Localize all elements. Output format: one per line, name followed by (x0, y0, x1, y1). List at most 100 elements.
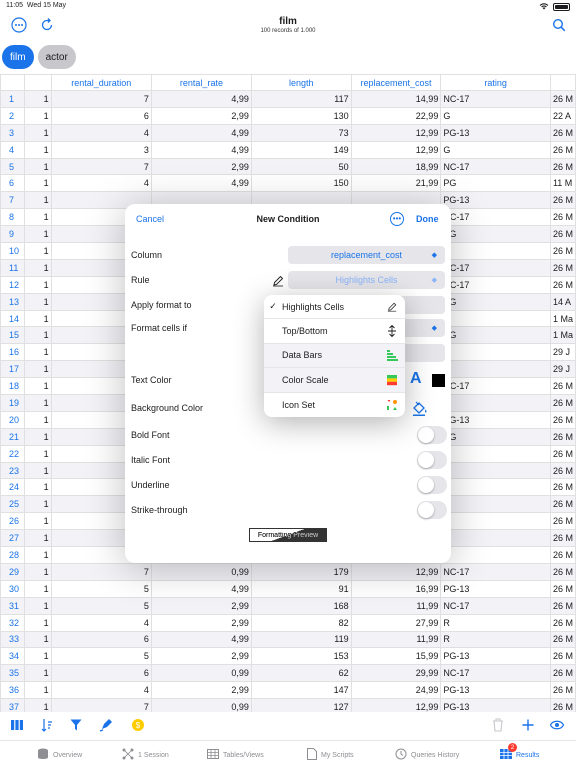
rental-duration-cell[interactable]: 4 (50, 123, 152, 142)
header-replacement-cost[interactable]: replacement_cost (350, 74, 442, 91)
id-cell[interactable]: 1 (23, 123, 52, 142)
rental-rate-cell[interactable]: 0,99 (150, 562, 252, 581)
length-cell[interactable]: 91 (250, 579, 352, 598)
length-cell[interactable]: 150 (250, 174, 352, 193)
rating-cell[interactable]: PG-13 (440, 579, 551, 598)
id-cell[interactable]: 1 (23, 596, 52, 615)
row-number-cell[interactable]: 31 (0, 596, 25, 615)
row-number-cell[interactable]: 30 (0, 579, 25, 598)
id-cell[interactable]: 1 (23, 292, 52, 311)
replacement-cost-cell[interactable]: 12,99 (350, 123, 442, 142)
trash-icon[interactable] (491, 718, 505, 732)
last-update-cell[interactable]: 26 M (549, 123, 576, 142)
last-update-cell[interactable]: 26 M (549, 394, 576, 412)
last-update-cell[interactable]: 26 M (549, 444, 576, 463)
length-cell[interactable]: 130 (250, 106, 352, 125)
length-cell[interactable]: 153 (250, 647, 352, 666)
menu-item-highlights-cells[interactable]: ✓ Highlights Cells (264, 295, 405, 320)
rental-duration-cell[interactable]: 6 (50, 664, 152, 683)
coin-icon[interactable]: $ (131, 718, 145, 732)
row-number-cell[interactable]: 6 (0, 174, 25, 193)
id-cell[interactable]: 1 (23, 681, 52, 700)
paint-bucket-icon[interactable] (410, 399, 428, 417)
last-update-cell[interactable]: 26 M (549, 275, 576, 294)
last-update-cell[interactable]: 1 Ma (549, 326, 576, 345)
menu-item-color-scale[interactable]: Color Scale (264, 368, 405, 393)
id-cell[interactable]: 1 (23, 394, 52, 412)
done-button[interactable]: Done (416, 214, 439, 224)
last-update-cell[interactable]: 26 M (549, 495, 576, 514)
highlighter-icon[interactable] (99, 718, 113, 732)
last-update-cell[interactable]: 26 M (549, 242, 576, 260)
table-row[interactable]: 34 1 5 2,99 153 15,99 PG-13 26 M (0, 647, 576, 666)
rental-rate-cell[interactable]: 2,99 (150, 106, 252, 125)
last-update-cell[interactable]: 26 M (549, 596, 576, 615)
id-cell[interactable]: 1 (23, 664, 52, 683)
rental-duration-cell[interactable]: 6 (50, 106, 152, 125)
row-number-cell[interactable]: 7 (0, 191, 25, 210)
table-row[interactable]: 3 1 4 4,99 73 12,99 PG-13 26 M (0, 123, 576, 142)
rating-cell[interactable]: R (440, 461, 551, 480)
text-color-swatch[interactable] (432, 374, 445, 387)
rental-duration-cell[interactable]: 7 (50, 698, 152, 712)
id-cell[interactable]: 1 (23, 512, 52, 531)
id-cell[interactable]: 1 (23, 208, 52, 227)
length-cell[interactable]: 50 (250, 157, 352, 176)
rating-cell[interactable]: NC-17 (440, 157, 551, 176)
header-last-update[interactable] (549, 74, 576, 91)
rental-duration-cell[interactable]: 5 (50, 596, 152, 615)
replacement-cost-cell[interactable]: 18,99 (350, 157, 442, 176)
rating-cell[interactable]: R (440, 242, 551, 260)
sort-icon[interactable] (40, 718, 54, 732)
rating-cell[interactable]: R (440, 512, 551, 531)
chip-actor[interactable]: actor (37, 45, 76, 69)
search-button[interactable] (550, 16, 568, 34)
length-cell[interactable]: 127 (250, 698, 352, 712)
bold-toggle[interactable] (417, 426, 447, 444)
last-update-cell[interactable]: 26 M (549, 258, 576, 277)
table-row[interactable]: 29 1 7 0,99 179 12,99 NC-17 26 M (0, 562, 576, 581)
replacement-cost-cell[interactable]: 11,99 (350, 596, 442, 615)
id-cell[interactable]: 1 (23, 309, 52, 328)
row-number-cell[interactable]: 17 (0, 360, 25, 379)
last-update-cell[interactable]: 26 M (549, 698, 576, 712)
id-cell[interactable]: 1 (23, 546, 52, 564)
rule-select[interactable]: Highlights Cells ◆ (288, 271, 445, 289)
id-cell[interactable]: 1 (23, 225, 52, 244)
rental-rate-cell[interactable]: 2,99 (150, 647, 252, 666)
last-update-cell[interactable]: 26 M (549, 529, 576, 548)
rental-rate-cell[interactable]: 0,99 (150, 698, 252, 712)
replacement-cost-cell[interactable]: 29,99 (350, 664, 442, 683)
table-row[interactable]: 30 1 5 4,99 91 16,99 PG-13 26 M (0, 579, 576, 598)
replacement-cost-cell[interactable]: 22,99 (350, 106, 442, 125)
eye-icon[interactable] (550, 718, 564, 732)
rating-cell[interactable]: G (440, 546, 551, 564)
row-number-cell[interactable]: 37 (0, 698, 25, 712)
column-select[interactable]: replacement_cost ◆ (288, 246, 445, 264)
last-update-cell[interactable]: 26 M (549, 647, 576, 666)
row-number-cell[interactable]: 21 (0, 427, 25, 446)
strike-toggle[interactable] (417, 501, 447, 519)
id-cell[interactable]: 1 (23, 613, 52, 632)
table-row[interactable]: 31 1 5 2,99 168 11,99 NC-17 26 M (0, 596, 576, 615)
last-update-cell[interactable]: 22 A (549, 106, 576, 125)
id-cell[interactable]: 1 (23, 461, 52, 480)
rating-cell[interactable]: G (440, 140, 551, 159)
rating-cell[interactable]: NC-17 (440, 664, 551, 683)
row-number-cell[interactable]: 25 (0, 495, 25, 514)
row-number-cell[interactable]: 32 (0, 613, 25, 632)
chip-film[interactable]: film (2, 45, 34, 69)
id-cell[interactable]: 1 (23, 106, 52, 125)
rating-cell[interactable]: PG (440, 292, 551, 311)
tab-session[interactable]: 1 Session (122, 747, 169, 763)
last-update-cell[interactable]: 26 M (549, 157, 576, 176)
length-cell[interactable]: 149 (250, 140, 352, 159)
rating-cell[interactable]: PG-13 (440, 191, 551, 210)
table-row[interactable]: 6 1 4 4,99 150 21,99 PG 11 M (0, 174, 576, 193)
menu-item-icon-set[interactable]: Icon Set (264, 393, 405, 417)
row-number-cell[interactable]: 14 (0, 309, 25, 328)
last-update-cell[interactable]: 26 M (549, 478, 576, 497)
row-number-cell[interactable]: 27 (0, 529, 25, 548)
row-number-cell[interactable]: 12 (0, 275, 25, 294)
last-update-cell[interactable]: 1 Ma (549, 309, 576, 328)
